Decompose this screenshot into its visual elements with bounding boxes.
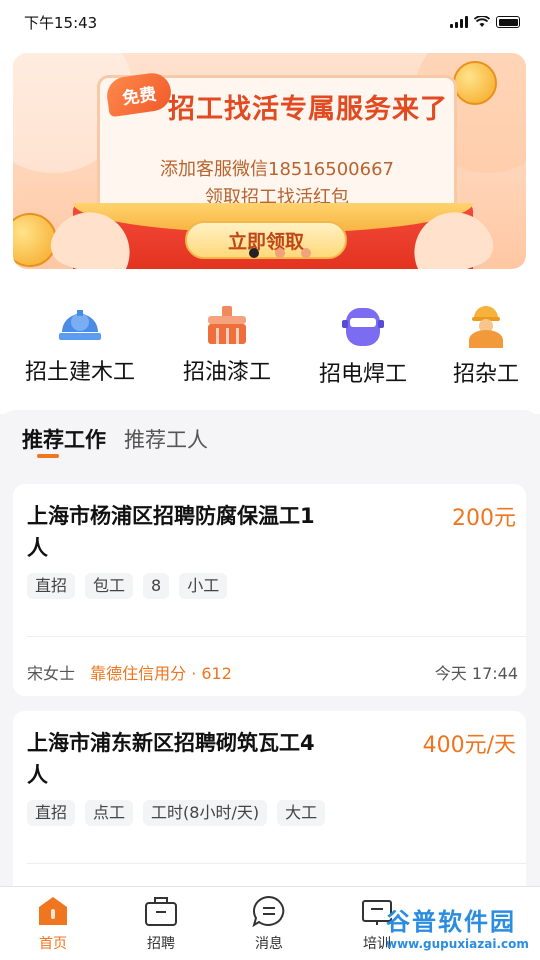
- briefcase-icon: [145, 897, 177, 926]
- job-tag: 8: [143, 573, 170, 599]
- status-icons: [450, 16, 520, 28]
- category-label: 招杂工: [452, 362, 519, 387]
- promo-banner[interactable]: 免费 招工找活专属服务来了 添加客服微信18516500667 领取招工找活红包…: [13, 53, 526, 269]
- category-laborer[interactable]: 招杂工: [444, 306, 528, 388]
- banner-wechat-line: 添加客服微信18516500667: [160, 159, 394, 180]
- job-card[interactable]: 上海市杨浦区招聘防腐保温工1人 200元 直招 包工 8 小工 宋女士 靠德住信…: [13, 484, 526, 696]
- job-divider: [27, 863, 526, 864]
- category-painter[interactable]: 招油漆工: [172, 306, 282, 386]
- tabbar-home[interactable]: 首页: [13, 895, 93, 953]
- job-credit-score: 靠德住信用分 · 612: [90, 664, 232, 683]
- category-welder[interactable]: 招电焊工: [308, 306, 418, 388]
- job-tag: 小工: [179, 573, 228, 599]
- job-tag: 直招: [27, 573, 76, 599]
- feed-tabs: 推荐工作 推荐工人: [22, 424, 208, 454]
- tabbar-label: 招聘: [147, 936, 175, 952]
- category-grid: 招土建木工 招油漆工 招电焊工 招杂工: [0, 306, 540, 406]
- tabbar-messages[interactable]: 消息: [229, 895, 309, 953]
- category-label: 招电焊工: [318, 362, 407, 387]
- coin-icon: [453, 61, 497, 105]
- job-tags: 直招 包工 8 小工: [27, 573, 228, 599]
- carousel-dot[interactable]: [275, 248, 285, 258]
- watermark-text: 谷普软件园: [386, 908, 516, 936]
- tab-recommended-jobs[interactable]: 推荐工作: [22, 424, 106, 454]
- job-divider: [27, 636, 526, 637]
- job-time: 今天 17:44: [434, 664, 518, 683]
- job-tag: 直招: [27, 800, 76, 826]
- banner-title: 招工找活专属服务来了: [168, 94, 448, 125]
- battery-icon: [496, 16, 520, 28]
- carousel-dots[interactable]: [249, 248, 311, 258]
- job-tags: 直招 点工 工时(8小时/天) 大工: [27, 800, 326, 826]
- job-footer: 宋女士 靠德住信用分 · 612 今天 17:44: [27, 660, 518, 684]
- job-tag: 工时(8小时/天): [143, 800, 268, 826]
- feed-section: 推荐工作 推荐工人 上海市杨浦区招聘防腐保温工1人 200元 直招 包工 8 小…: [0, 410, 540, 901]
- status-time: 下午15:43: [24, 13, 98, 32]
- job-card[interactable]: 上海市浦东新区招聘砌筑瓦工4人 400元/天 直招 点工 工时(8小时/天) 大…: [13, 711, 526, 901]
- category-label: 招油漆工: [182, 360, 271, 385]
- home-icon: [39, 897, 67, 925]
- job-price: 400元/天: [422, 733, 516, 758]
- status-bar: 下午15:43: [0, 0, 540, 44]
- job-tag: 大工: [277, 800, 326, 826]
- welding-mask-icon: [342, 308, 384, 346]
- active-tab-indicator: [37, 454, 59, 458]
- job-tag: 包工: [85, 573, 134, 599]
- job-title: 上海市杨浦区招聘防腐保温工1人: [27, 504, 315, 560]
- carousel-dot[interactable]: [249, 248, 259, 258]
- worker-icon: [469, 306, 503, 348]
- tabbar-recruit[interactable]: 招聘: [121, 895, 201, 953]
- category-label: 招土建木工: [24, 360, 135, 385]
- wifi-icon: [474, 16, 490, 27]
- message-icon: [252, 895, 285, 927]
- signal-icon: [450, 16, 468, 28]
- job-title: 上海市浦东新区招聘砌筑瓦工4人: [27, 731, 315, 787]
- watermark-url: www.gupuxiazai.com: [386, 937, 529, 951]
- site-watermark: 谷普软件园 www.gupuxiazai.com: [386, 902, 538, 958]
- job-poster: 宋女士: [27, 664, 76, 683]
- tabbar-label: 首页: [39, 936, 67, 952]
- tabbar-label: 消息: [255, 936, 283, 952]
- top-section: 免费 招工找活专属服务来了 添加客服微信18516500667 领取招工找活红包…: [0, 44, 540, 414]
- carousel-dot[interactable]: [301, 248, 311, 258]
- job-price: 200元: [452, 506, 516, 531]
- hardhat-gear-icon: [59, 310, 101, 340]
- tab-recommended-workers[interactable]: 推荐工人: [124, 424, 208, 454]
- category-civil-carpenter[interactable]: 招土建木工: [18, 306, 142, 386]
- job-tag: 点工: [85, 800, 134, 826]
- paint-brush-icon: [208, 306, 246, 344]
